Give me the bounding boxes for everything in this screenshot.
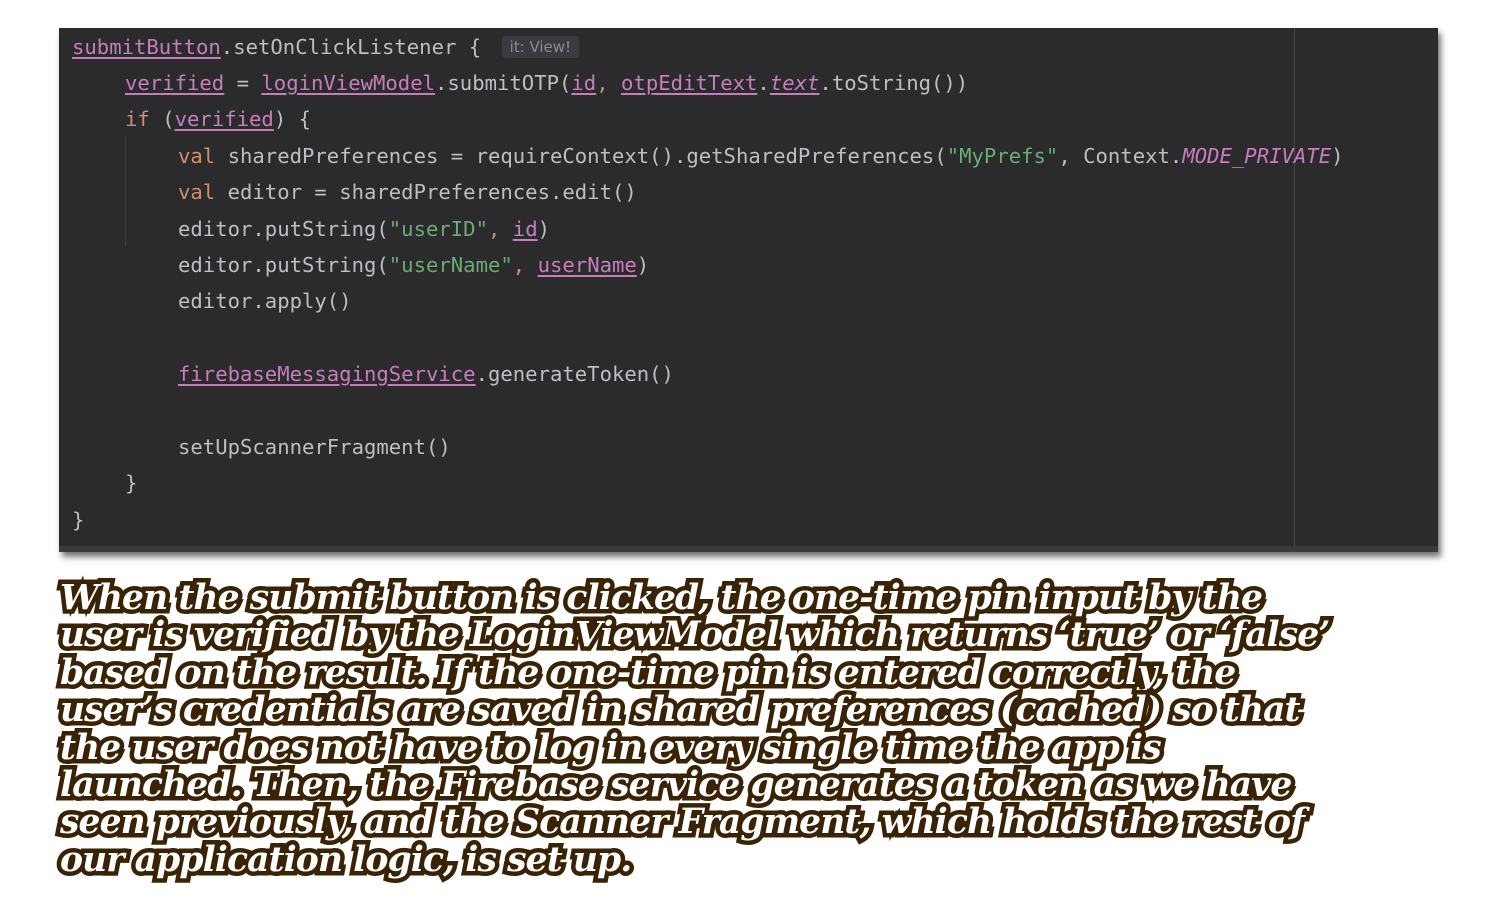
code-token: editor.apply() xyxy=(178,289,352,313)
code-token: . xyxy=(757,71,770,95)
code-token: loginViewModel xyxy=(261,71,435,95)
code-token: firebaseMessagingService xyxy=(178,362,476,386)
code-token: editor = sharedPreferences.edit() xyxy=(215,180,637,204)
caption-line: When the submit button is clicked, the o… xyxy=(56,575,1268,622)
code-line-6[interactable]: editor.putString("userID", id) xyxy=(178,212,550,246)
code-token: ) xyxy=(537,217,551,241)
code-keyword: val xyxy=(178,144,216,168)
code-line-9[interactable]: firebaseMessagingService.generateToken() xyxy=(178,357,674,391)
code-line-7[interactable]: editor.putString("userName", userName) xyxy=(178,248,649,282)
code-line-3[interactable]: if (verified) { xyxy=(125,102,311,136)
caption-line: seen previously, and the Scanner Fragmen… xyxy=(56,799,1310,846)
code-line-2[interactable]: verified = loginViewModel.submitOTP(id, … xyxy=(125,66,968,100)
caption-line: user’s credentials are saved in shared p… xyxy=(56,687,1305,734)
code-token: text xyxy=(769,71,820,95)
caption-line: our application logic, is set up. xyxy=(56,836,637,883)
code-keyword: if xyxy=(125,107,150,131)
submit-button-ref: submitButton xyxy=(72,35,221,59)
caption-line: the user does not have to log in every s… xyxy=(56,724,1167,771)
code-line-12[interactable]: } xyxy=(72,503,84,537)
code-keyword: val xyxy=(178,180,216,204)
caption-text: When the submit button is clicked, the o… xyxy=(56,575,1480,884)
code-editor-panel: submitButton.setOnClickListener { it: Vi… xyxy=(59,28,1438,552)
code-token: otpEditText xyxy=(621,71,758,95)
caption-line: launched. Then, the Firebase service gen… xyxy=(56,762,1297,809)
code-token: , xyxy=(487,217,513,241)
code-string: "userID" xyxy=(388,217,488,241)
code-line-5[interactable]: val editor = sharedPreferences.edit() xyxy=(178,175,637,209)
code-token: ) xyxy=(1331,144,1344,168)
code-token: = xyxy=(224,71,262,95)
code-line-4[interactable]: val sharedPreferences = requireContext()… xyxy=(178,139,1344,173)
code-token: editor.putString( xyxy=(178,253,389,277)
code-token: editor.putString( xyxy=(178,217,389,241)
code-token: ) xyxy=(636,253,650,277)
code-line-10[interactable]: setUpScannerFragment() xyxy=(178,430,451,464)
code-line-1[interactable]: submitButton.setOnClickListener { it: Vi… xyxy=(72,30,580,64)
code-constant: MODE_PRIVATE xyxy=(1182,144,1332,168)
code-token: ( xyxy=(149,107,175,131)
caption-line: user is verified by the LoginViewModel w… xyxy=(56,612,1335,659)
code-token: userName xyxy=(537,253,637,277)
code-token: .generateToken() xyxy=(475,362,674,386)
code-token: ) { xyxy=(273,107,312,131)
code-token: , xyxy=(596,71,622,95)
code-token: setUpScannerFragment() xyxy=(178,435,451,459)
right-margin-guide xyxy=(1294,28,1295,546)
code-line-8[interactable]: editor.apply() xyxy=(178,284,352,318)
code-token: verified xyxy=(174,107,274,131)
code-token: .setOnClickListener { xyxy=(220,35,494,59)
code-token: , xyxy=(512,253,538,277)
code-token: .toString()) xyxy=(819,71,969,95)
code-token: sharedPreferences = requireContext().get… xyxy=(215,144,947,168)
indent-guide xyxy=(125,136,126,246)
code-token: , Context. xyxy=(1058,144,1183,168)
code-token: verified xyxy=(125,71,225,95)
code-token: } xyxy=(125,471,138,495)
code-token: id xyxy=(571,71,597,95)
code-string: "userName" xyxy=(388,253,513,277)
code-string: "MyPrefs" xyxy=(946,144,1059,168)
code-token: } xyxy=(72,508,85,532)
code-token: .submitOTP( xyxy=(435,71,572,95)
caption-line: based on the result. If the one-time pin… xyxy=(56,649,1241,696)
code-token: id xyxy=(512,217,538,241)
code-line-11[interactable]: } xyxy=(125,466,137,500)
type-hint: it: View! xyxy=(501,36,580,58)
